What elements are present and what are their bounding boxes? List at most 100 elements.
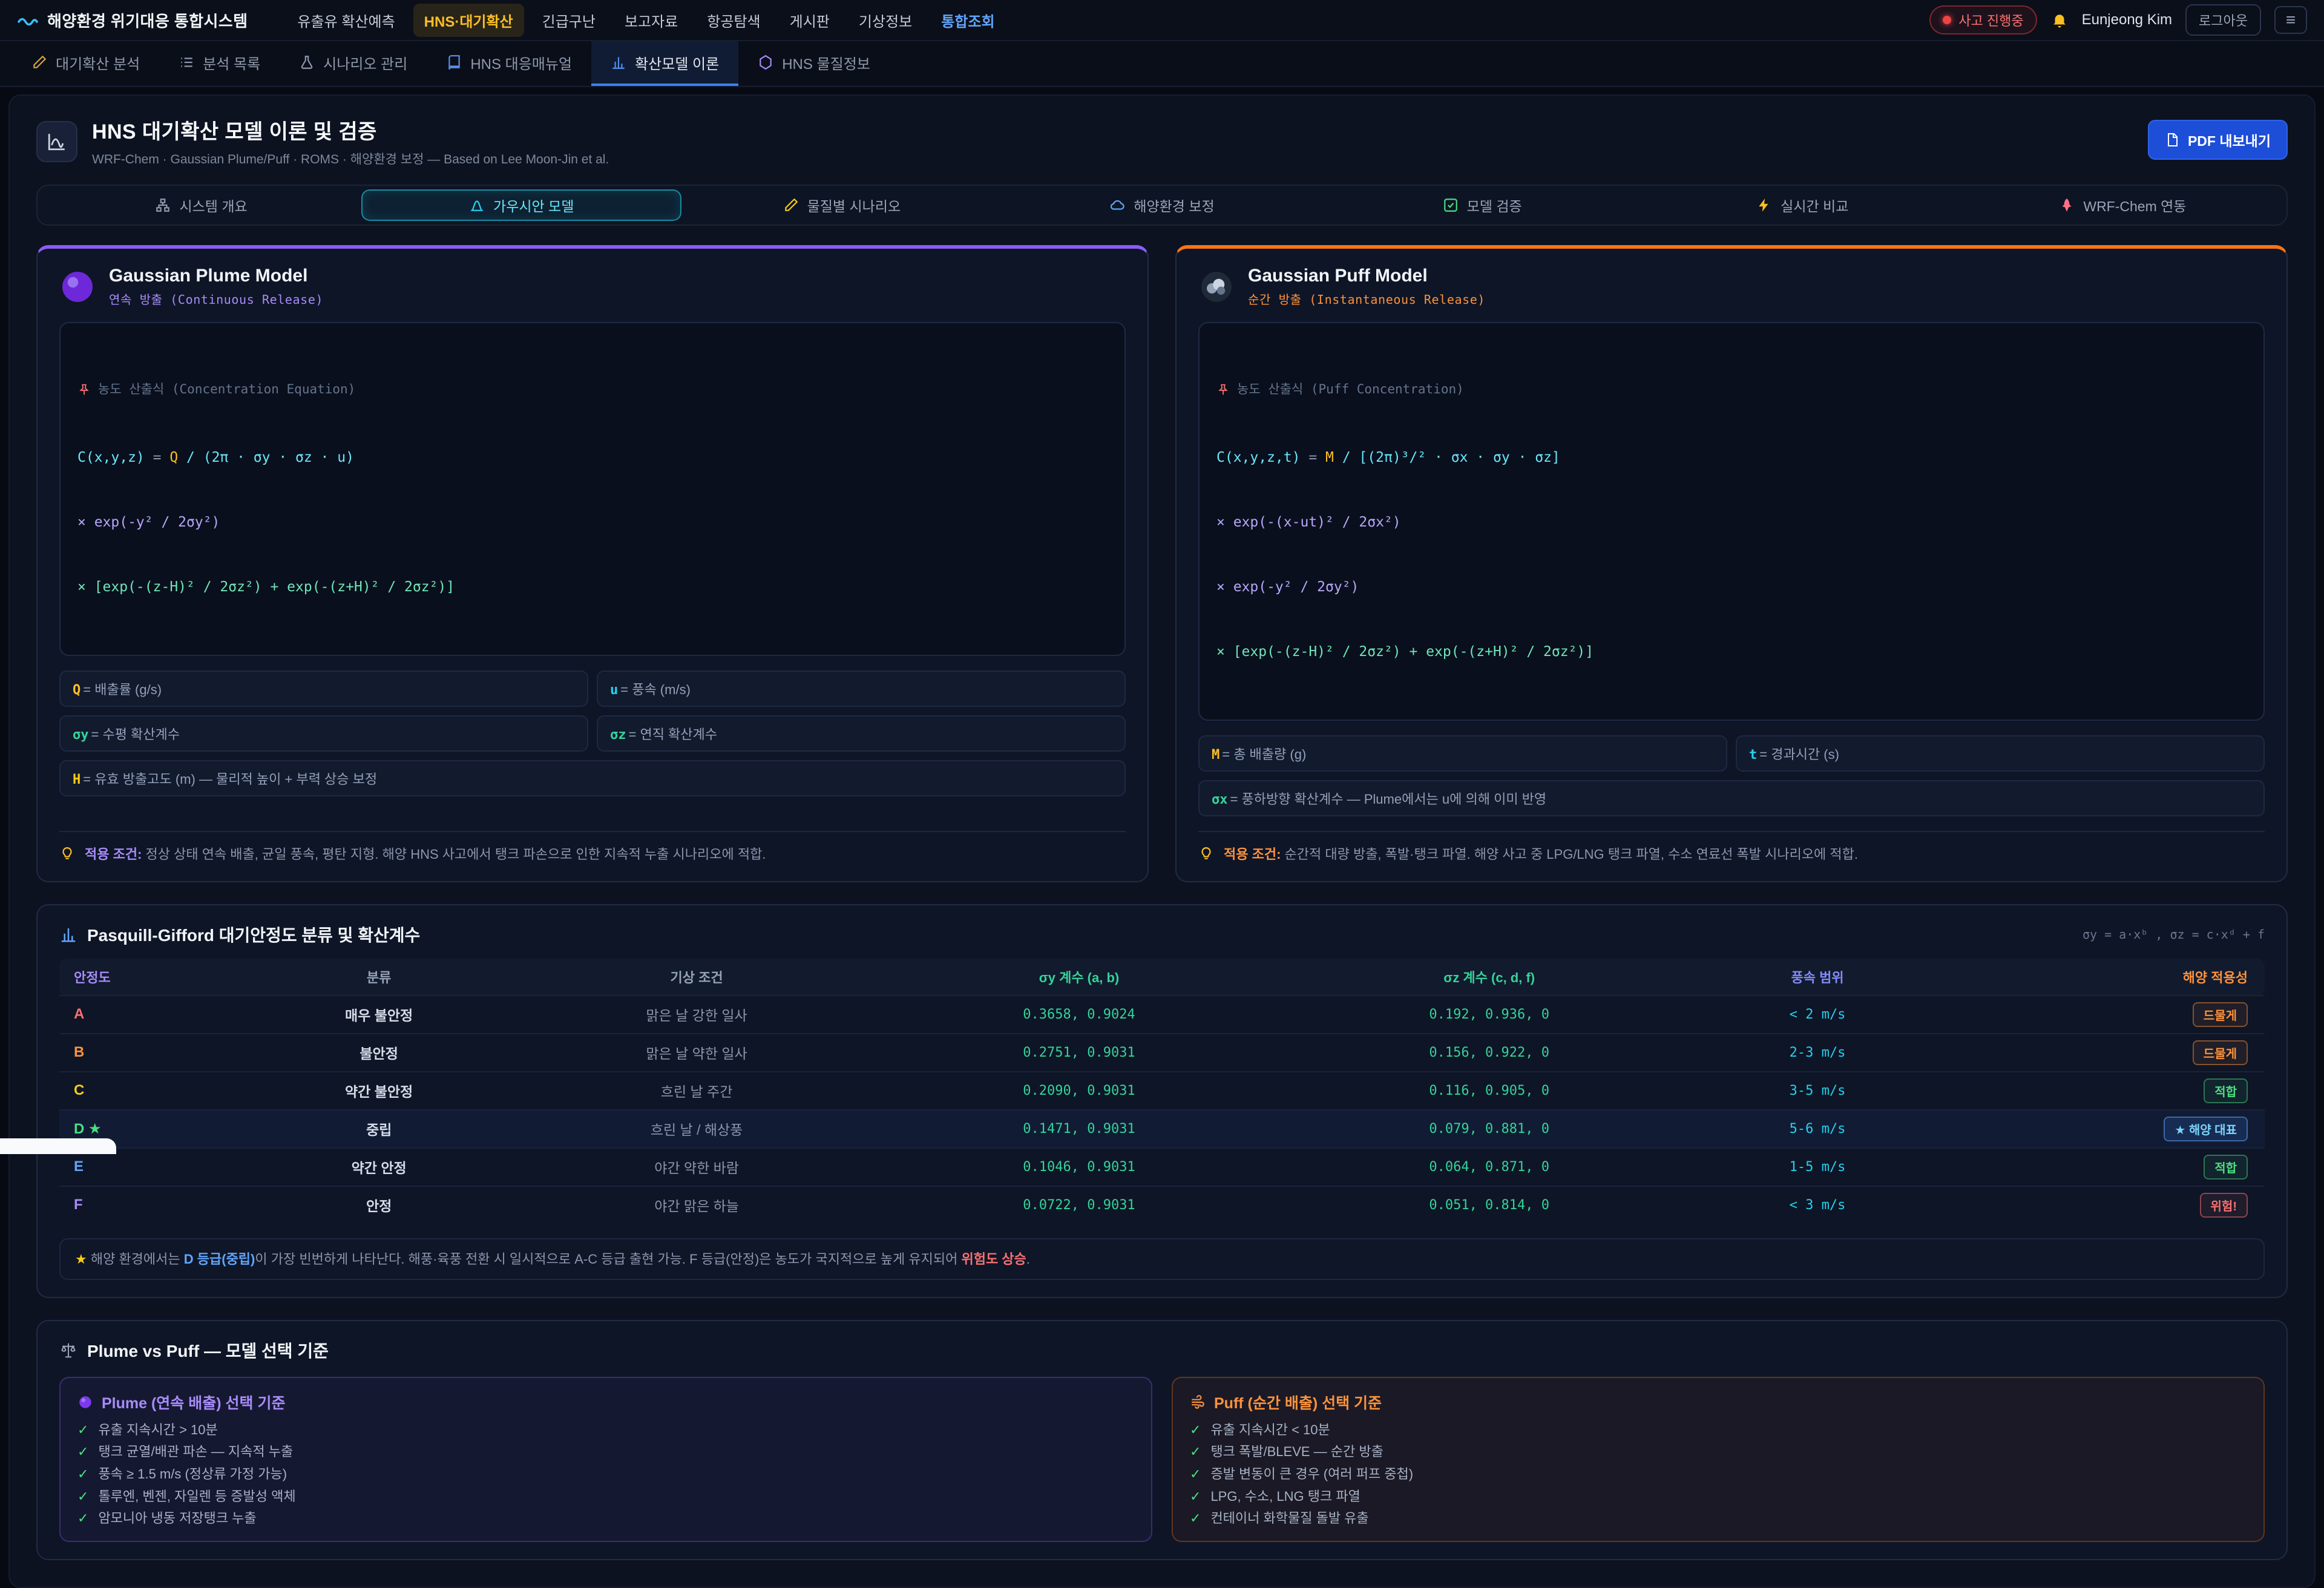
wind-puff-icon bbox=[1190, 1394, 1206, 1410]
main-menu: 유출유 확산예측 HNS·대기확산 긴급구난 보고자료 항공탐색 게시판 기상정… bbox=[286, 4, 1917, 37]
check-icon: ✓ bbox=[1190, 1466, 1201, 1483]
nav-integrated-search[interactable]: 통합조회 bbox=[930, 4, 1005, 37]
sigma-y-coefficients: 0.2090, 0.9031 bbox=[880, 1072, 1278, 1110]
header-wind-range: 풍속 범위 bbox=[1700, 959, 1935, 996]
nav-aerial-search[interactable]: 항공탐색 bbox=[696, 4, 771, 37]
bolt-icon bbox=[1756, 197, 1772, 213]
criteria-item: ✓증발 변동이 큰 경우 (여러 퍼프 중첩) bbox=[1190, 1466, 2247, 1483]
pushpin-icon bbox=[1216, 383, 1230, 396]
stability-table: 안정도 분류 기상 조건 σy 계수 (a, b) σz 계수 (c, d, f… bbox=[59, 959, 2265, 1224]
applicability-badge: 적합 bbox=[2204, 1078, 2248, 1103]
puff-parameters: M = 총 배출량 (g) t = 경과시간 (s) σx = 풍하방향 확산계… bbox=[1198, 735, 2265, 816]
brand[interactable]: 해양환경 위기대응 통합시스템 bbox=[17, 9, 248, 31]
tab-label: 분석 목록 bbox=[203, 52, 260, 73]
model-theory-icon bbox=[36, 121, 77, 162]
tab-dispersion-analysis[interactable]: 대기확산 분석 bbox=[12, 41, 159, 86]
section-tab-realtime-comparison[interactable]: 실시간 비교 bbox=[1643, 189, 1963, 221]
gaussian-plume-card: Gaussian Plume Model 연속 방출 (Continuous R… bbox=[36, 245, 1149, 882]
bell-icon[interactable] bbox=[2050, 11, 2069, 29]
plume-equation-line-1: C(x,y,z) = Q / (2π · σy · σz · u) bbox=[77, 447, 1108, 469]
flask-icon bbox=[299, 54, 315, 70]
top-navigation-bar: 해양환경 위기대응 통합시스템 유출유 확산예측 HNS·대기확산 긴급구난 보… bbox=[0, 0, 2324, 41]
tab-label: HNS 대응매뉴얼 bbox=[470, 52, 572, 73]
param-symbol: σx bbox=[1212, 792, 1228, 807]
nav-oil-spill-prediction[interactable]: 유출유 확산예측 bbox=[286, 4, 405, 37]
section-tab-label: 물질별 시나리오 bbox=[807, 195, 901, 215]
plume-parameters: Q = 배출률 (g/s) u = 풍속 (m/s) σy = 수평 확산계수 … bbox=[59, 671, 1126, 796]
puff-equation-line-4: × [exp(-(z-H)² / 2σz²) + exp(-(z+H)² / 2… bbox=[1216, 641, 2247, 663]
criteria-text: 암모니아 냉동 저장탱크 누출 bbox=[98, 1510, 256, 1527]
nav-weather-info[interactable]: 기상정보 bbox=[848, 4, 923, 37]
section-tab-label: 가우시안 모델 bbox=[493, 195, 574, 215]
pencil-icon bbox=[783, 197, 799, 213]
book-icon bbox=[446, 54, 462, 70]
table-row-c[interactable]: C 약간 불안정 흐린 날 주간 0.2090, 0.9031 0.116, 0… bbox=[59, 1072, 2265, 1110]
tab-analysis-list[interactable]: 분석 목록 bbox=[159, 41, 280, 86]
criteria-text: 풍속 ≥ 1.5 m/s (정상류 가정 가능) bbox=[98, 1466, 287, 1483]
section-tab-wrf-chem[interactable]: WRF-Chem 연동 bbox=[1963, 189, 2283, 221]
gaussian-curve-icon bbox=[469, 197, 485, 213]
plume-equation-line-3: × [exp(-(z-H)² / 2σz²) + exp(-(z+H)² / 2… bbox=[77, 577, 1108, 599]
section-tab-label: 실시간 비교 bbox=[1781, 195, 1848, 215]
check-icon: ✓ bbox=[77, 1443, 88, 1461]
table-row-f[interactable]: F 안정 야간 맑은 하늘 0.0722, 0.9031 0.051, 0.81… bbox=[59, 1186, 2265, 1224]
equation-caption-text: 농도 산출식 (Concentration Equation) bbox=[98, 379, 355, 399]
tab-scenario-management[interactable]: 시나리오 관리 bbox=[280, 41, 427, 86]
header-sigma-z: σz 계수 (c, d, f) bbox=[1278, 959, 1700, 996]
section-tab-system-overview[interactable]: 시스템 개요 bbox=[41, 189, 361, 221]
table-row-b[interactable]: B 불안정 맑은 날 약한 일사 0.2751, 0.9031 0.156, 0… bbox=[59, 1034, 2265, 1072]
pdf-export-button[interactable]: PDF 내보내기 bbox=[2148, 120, 2288, 160]
plume-selection-criteria: Plume (연속 배출) 선택 기준 ✓유출 지속시간 > 10분 ✓탱크 균… bbox=[59, 1377, 1152, 1542]
content-panel: HNS 대기확산 모델 이론 및 검증 WRF-Chem · Gaussian … bbox=[8, 94, 2316, 1588]
tab-hns-response-manual[interactable]: HNS 대응매뉴얼 bbox=[427, 41, 591, 86]
criteria-item: ✓유출 지속시간 < 10분 bbox=[1190, 1422, 2247, 1439]
param-sigma-y: σy = 수평 확산계수 bbox=[59, 715, 588, 752]
weather-condition: 흐린 날 / 해상풍 bbox=[513, 1110, 879, 1148]
wind-range: 5-6 m/s bbox=[1700, 1110, 1935, 1148]
stability-grade: C bbox=[59, 1072, 245, 1110]
nav-reports[interactable]: 보고자료 bbox=[614, 4, 689, 37]
footnote-highlight-d: D 등급(중립) bbox=[184, 1252, 255, 1267]
hamburger-menu-icon[interactable]: ≡ bbox=[2274, 6, 2307, 34]
applicability-badge: ★ 해양 대표 bbox=[2164, 1117, 2248, 1141]
marine-applicability-cell: ★ 해양 대표 bbox=[1935, 1110, 2265, 1148]
header-sigma-y: σy 계수 (a, b) bbox=[880, 959, 1278, 996]
footnote-text-1: 해양 환경에서는 bbox=[87, 1252, 184, 1267]
section-tab-substance-scenarios[interactable]: 물질별 시나리오 bbox=[681, 189, 1002, 221]
param-symbol: σz bbox=[610, 727, 626, 743]
sub-navigation-tabs: 대기확산 분석 분석 목록 시나리오 관리 HNS 대응매뉴얼 확산모델 이론 … bbox=[0, 41, 2324, 87]
nav-emergency-rescue[interactable]: 긴급구난 bbox=[531, 4, 606, 37]
section-tab-marine-correction[interactable]: 해양환경 보정 bbox=[1002, 189, 1322, 221]
marine-applicability-cell: 드물게 bbox=[1935, 996, 2265, 1034]
puff-application-note: 적용 조건: 순간적 대량 방출, 폭발·탱크 파열. 해양 사고 중 LPG/… bbox=[1198, 831, 2265, 864]
plume-equation-block: 농도 산출식 (Concentration Equation) C(x,y,z)… bbox=[59, 322, 1126, 656]
table-row-d-highlighted[interactable]: D ★ 중립 흐린 날 / 해상풍 0.1471, 0.9031 0.079, … bbox=[59, 1110, 2265, 1148]
stability-grade: B bbox=[59, 1034, 245, 1072]
page-title: HNS 대기확산 모델 이론 및 검증 bbox=[92, 115, 609, 145]
tab-hns-substance-info[interactable]: HNS 물질정보 bbox=[738, 41, 890, 86]
note-label: 적용 조건: bbox=[85, 847, 142, 862]
plume-equation-caption: 농도 산출식 (Concentration Equation) bbox=[77, 379, 1108, 399]
table-row-a[interactable]: A 매우 불안정 맑은 날 강한 일사 0.3658, 0.9024 0.192… bbox=[59, 996, 2265, 1034]
puff-criteria-title: Puff (순간 배출) 선택 기준 bbox=[1214, 1391, 1382, 1413]
nav-board[interactable]: 게시판 bbox=[779, 4, 841, 37]
logout-button[interactable]: 로그아웃 bbox=[2185, 4, 2261, 36]
section-tab-model-validation[interactable]: 모델 검증 bbox=[1322, 189, 1643, 221]
wind-range: < 3 m/s bbox=[1700, 1186, 1935, 1224]
section-tab-gaussian-model[interactable]: 가우시안 모델 bbox=[361, 189, 681, 221]
marine-applicability-cell: 드물게 bbox=[1935, 1034, 2265, 1072]
param-symbol: H bbox=[73, 772, 80, 787]
weather-condition: 맑은 날 약한 일사 bbox=[513, 1034, 879, 1072]
tab-diffusion-model-theory[interactable]: 확산모델 이론 bbox=[591, 41, 738, 86]
eq-source-term: Q bbox=[169, 450, 178, 465]
table-row-e[interactable]: E 약간 안정 야간 약한 바람 0.1046, 0.9031 0.064, 0… bbox=[59, 1148, 2265, 1186]
param-sigma-x: σx = 풍하방향 확산계수 — Plume에서는 u에 의해 이미 반영 bbox=[1198, 780, 2265, 816]
nav-hns-atmospheric[interactable]: HNS·대기확산 bbox=[413, 4, 524, 37]
weather-condition: 야간 약한 바람 bbox=[513, 1148, 879, 1186]
param-symbol: u bbox=[610, 683, 618, 698]
criteria-text: LPG, 수소, LNG 탱크 파열 bbox=[1210, 1488, 1360, 1506]
stability-category: 매우 불안정 bbox=[245, 996, 514, 1034]
balance-scale-icon bbox=[59, 1341, 77, 1359]
plume-equation-line-2: × exp(-y² / 2σy²) bbox=[77, 512, 1108, 534]
partial-overlay-sliver bbox=[0, 1138, 116, 1154]
